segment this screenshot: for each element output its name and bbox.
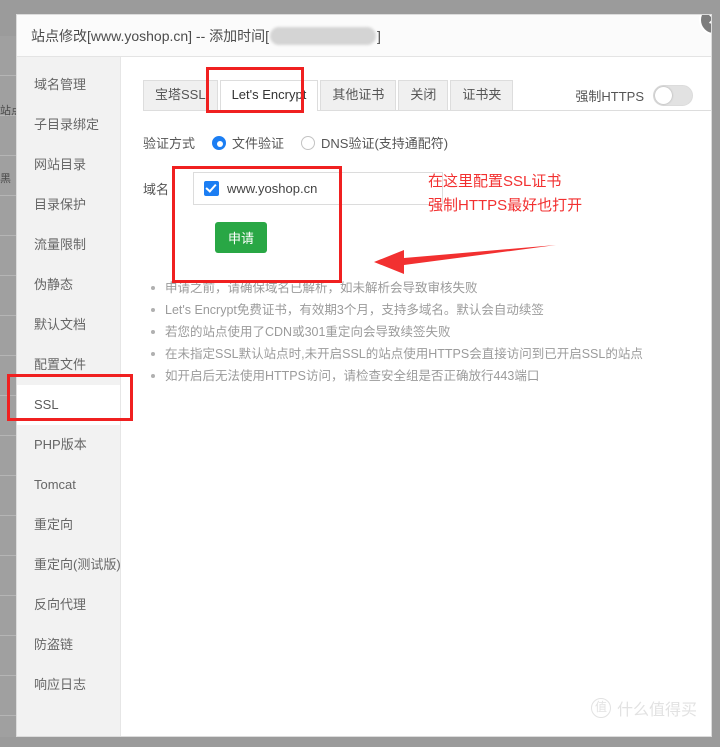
background-right-strip — [712, 0, 720, 747]
annotation-note-line1: 在这里配置SSL证书 — [428, 173, 562, 190]
watermark-text: 什么值得买 — [616, 702, 697, 719]
watermark-badge: 值 — [590, 698, 611, 718]
radio-on-icon — [212, 135, 227, 150]
list-item: Let's Encrypt免费证书，有效期3个月，支持多域名。默认会自动续签 — [149, 299, 711, 321]
sidebar-item-reverse-proxy[interactable]: 反向代理 — [17, 585, 120, 625]
apply-button[interactable]: 申请 — [215, 222, 267, 253]
sidebar-item-config-file[interactable]: 配置文件 — [17, 345, 120, 385]
sidebar-item-anti-leech[interactable]: 防盗链 — [17, 625, 120, 665]
page-title: 站点修改[www.yoshop.cn] -- 添加时间[] — [31, 26, 381, 46]
sidebar-item-redirect-beta[interactable]: 重定向(测试版) — [17, 545, 121, 585]
close-icon[interactable]: ✕ — [699, 15, 711, 35]
domain-label: 域名 — [143, 182, 170, 197]
domain-row: 域名 www.yoshop.cn — [143, 172, 443, 205]
verify-method-label: 验证方式 — [143, 136, 196, 151]
sidebar-item-redirect[interactable]: 重定向 — [17, 505, 120, 545]
list-item: 若您的站点使用了CDN或301重定向会导致续签失败 — [149, 321, 711, 343]
sidebar-item-ssl[interactable]: SSL — [17, 385, 120, 425]
page-title-suffix: ] — [377, 27, 381, 44]
force-https-group: 强制HTTPS — [575, 85, 693, 110]
radio-off-icon — [301, 135, 316, 150]
page-root: 站点 黑 站点修改[www.yoshop.cn] -- 添加时间[] ✕ 域名管… — [0, 0, 720, 747]
tab-cert-folder[interactable]: 证书夹 — [450, 80, 514, 110]
radio-dns-verify-label: DNS验证(支持通配符) — [321, 136, 449, 151]
radio-dns-verify[interactable]: DNS验证(支持通配符) — [301, 133, 448, 152]
dialog-body: 域名管理 子目录绑定 网站目录 目录保护 流量限制 伪静态 默认文档 配置文件 … — [17, 57, 711, 736]
sidebar-item-domain-manage[interactable]: 域名管理 — [17, 65, 120, 105]
domain-checkbox[interactable] — [204, 181, 219, 196]
background-top-strip — [0, 0, 720, 14]
sidebar-item-rewrite[interactable]: 伪静态 — [17, 265, 120, 305]
sidebar: 域名管理 子目录绑定 网站目录 目录保护 流量限制 伪静态 默认文档 配置文件 … — [17, 57, 121, 736]
background-left-glyph-2: 黑 — [0, 173, 11, 185]
tab-close[interactable]: 关闭 — [398, 80, 449, 110]
tab-lets-encrypt[interactable]: Let's Encrypt — [219, 80, 319, 111]
tips-list: 申请之前，请确保域名已解析，如未解析会导致审核失败 Let's Encrypt免… — [149, 277, 711, 387]
list-item: 在未指定SSL默认站点时,未开启SSL的站点使用HTTPS会直接访问到已开启SS… — [149, 343, 711, 365]
domain-input[interactable]: www.yoshop.cn — [193, 172, 443, 205]
list-item: 申请之前，请确保域名已解析，如未解析会导致审核失败 — [149, 277, 711, 299]
background-left-glyph-1: 站点 — [0, 105, 16, 117]
annotation-note-line2: 强制HTTPS最好也打开 — [428, 197, 583, 214]
annotation-arrow-icon — [374, 245, 556, 274]
background-left-rows — [0, 36, 16, 747]
sidebar-item-dir-protect[interactable]: 目录保护 — [17, 185, 120, 225]
force-https-label: 强制HTTPS — [575, 89, 644, 104]
list-item: 如开启后无法使用HTTPS访问，请检查安全组是否正确放行443端口 — [149, 365, 711, 387]
sidebar-item-site-dir[interactable]: 网站目录 — [17, 145, 120, 185]
sidebar-item-traffic-limit[interactable]: 流量限制 — [17, 225, 120, 265]
tab-bar: 宝塔SSL Let's Encrypt 其他证书 关闭 证书夹 强制HTTPS — [143, 75, 711, 111]
tab-bt-ssl[interactable]: 宝塔SSL — [143, 80, 218, 110]
radio-file-verify[interactable]: 文件验证 — [212, 133, 284, 152]
domain-value: www.yoshop.cn — [227, 181, 318, 196]
toggle-knob — [655, 87, 672, 104]
sidebar-item-subdir-bind[interactable]: 子目录绑定 — [17, 105, 120, 145]
sidebar-item-tomcat[interactable]: Tomcat — [17, 465, 120, 505]
force-https-toggle[interactable] — [653, 85, 693, 106]
page-title-prefix: 站点修改[www.yoshop.cn] -- 添加时间[ — [31, 27, 270, 44]
watermark: 值 什么值得买 — [590, 696, 697, 720]
sidebar-item-default-doc[interactable]: 默认文档 — [17, 305, 120, 345]
radio-file-verify-label: 文件验证 — [232, 136, 285, 151]
sidebar-item-php-version[interactable]: PHP版本 — [17, 425, 120, 465]
sidebar-item-response-log[interactable]: 响应日志 — [17, 665, 120, 705]
ssl-panel: 宝塔SSL Let's Encrypt 其他证书 关闭 证书夹 强制HTTPS … — [121, 57, 711, 736]
background-bottom-strip — [0, 737, 720, 747]
tab-other-cert[interactable]: 其他证书 — [320, 80, 397, 110]
verify-method-row: 验证方式 文件验证 DNS验证(支持通配符) — [143, 133, 711, 152]
dialog-header: 站点修改[www.yoshop.cn] -- 添加时间[] ✕ — [17, 15, 711, 57]
site-modify-dialog: 站点修改[www.yoshop.cn] -- 添加时间[] ✕ 域名管理 子目录… — [16, 14, 712, 737]
redacted-timestamp — [270, 26, 377, 45]
